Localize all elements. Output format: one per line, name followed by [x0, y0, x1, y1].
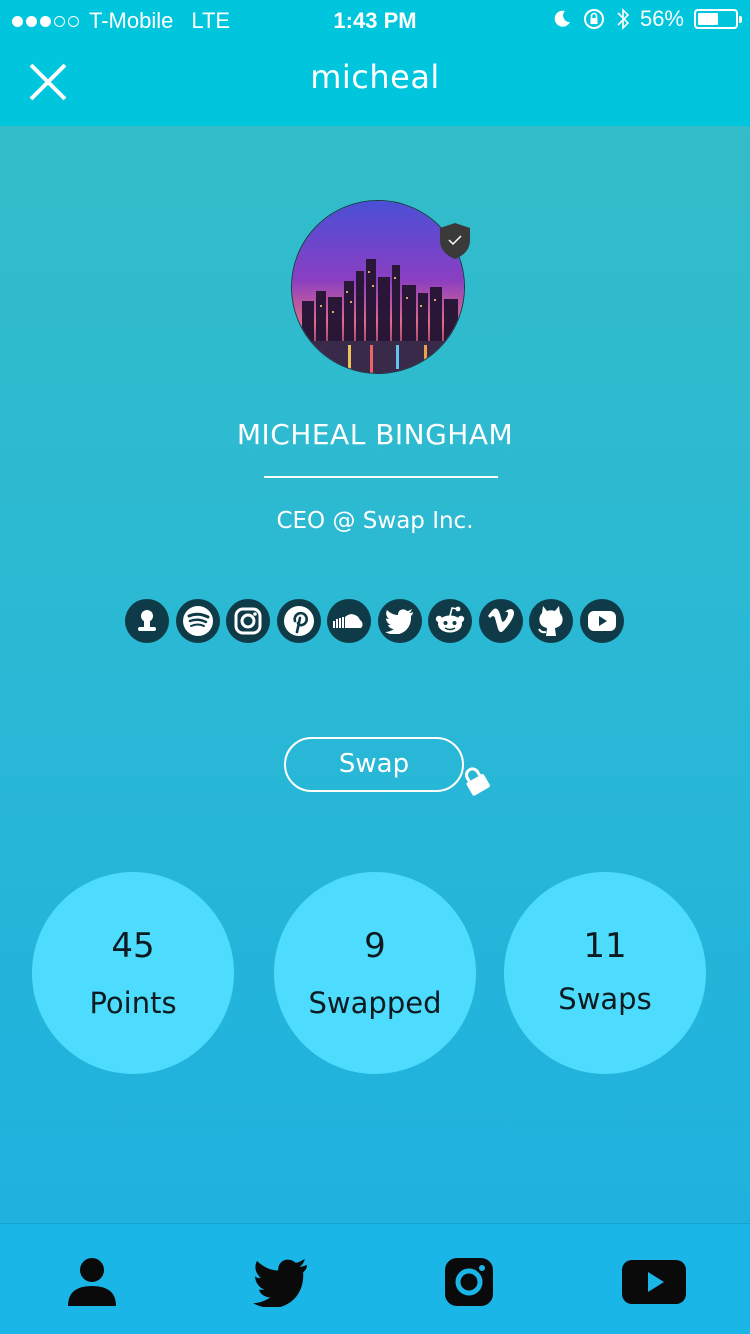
status-bar: T-Mobile LTE 1:43 PM 56%: [0, 0, 750, 40]
instagram-icon[interactable]: [226, 599, 270, 643]
stat-value: 9: [364, 926, 386, 966]
rotation-lock-icon: [583, 9, 604, 29]
profile-title: CEO @ Swap Inc.: [276, 508, 474, 534]
social-links: [125, 599, 624, 643]
stat-label: Swapped: [308, 986, 442, 1020]
verified-shield-icon: [437, 221, 473, 261]
spotify-icon[interactable]: [175, 599, 220, 643]
status-right: 56%: [552, 6, 742, 32]
stat-swaps: 11 Swaps: [504, 872, 706, 1074]
stat-value: 45: [111, 926, 155, 966]
youtube-icon: [622, 1260, 686, 1304]
nav-bar: micheal: [0, 40, 750, 126]
battery-percent: 56%: [639, 6, 684, 31]
stat-label: Points: [89, 986, 177, 1020]
soundcloud-icon[interactable]: [327, 599, 371, 643]
bluetooth-icon: [617, 8, 630, 30]
youtube-icon[interactable]: [579, 599, 624, 643]
moon-icon: [554, 10, 570, 27]
stat-points: 45 Points: [32, 872, 234, 1074]
vimeo-icon[interactable]: [478, 599, 523, 643]
profile-name: MICHEAL BINGHAM: [236, 418, 514, 451]
nav-title: micheal: [310, 58, 440, 96]
tab-instagram[interactable]: [434, 1254, 504, 1310]
pinterest-icon[interactable]: [276, 599, 321, 643]
stat-label: Swaps: [558, 982, 652, 1016]
lock-icon: [458, 763, 494, 799]
name-divider: [264, 476, 498, 478]
battery-icon: [694, 9, 742, 29]
swap-button[interactable]: Swap: [284, 737, 464, 792]
github-icon[interactable]: [529, 599, 573, 643]
instagram-icon: [445, 1258, 493, 1306]
contact-icon[interactable]: [125, 599, 169, 643]
twitter-icon[interactable]: [377, 599, 422, 643]
tab-twitter[interactable]: [247, 1254, 317, 1310]
tab-bar: [0, 1223, 750, 1334]
reddit-icon[interactable]: [428, 599, 472, 643]
tab-profile[interactable]: [57, 1254, 127, 1310]
twitter-icon: [253, 1258, 307, 1307]
tab-youtube[interactable]: [619, 1254, 689, 1310]
stat-swapped: 9 Swapped: [274, 872, 476, 1074]
profile-icon: [68, 1258, 116, 1306]
stat-value: 11: [583, 926, 627, 966]
